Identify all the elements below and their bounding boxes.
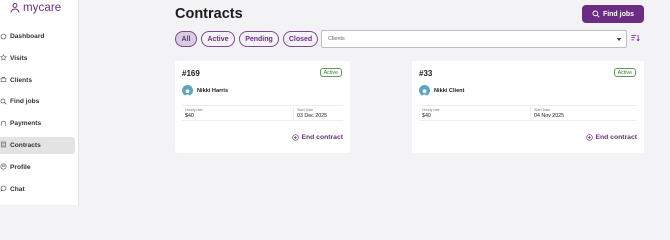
sidebar-item-find-jobs[interactable]: Find jobs bbox=[0, 93, 75, 110]
chevron-down-icon bbox=[616, 38, 622, 41]
visits-icon bbox=[0, 54, 8, 62]
client-name: Nikki Client bbox=[434, 88, 465, 94]
sidebar-item-label: Contracts bbox=[10, 141, 41, 149]
start-date-label: Start Date bbox=[534, 108, 551, 112]
sidebar-item-contracts[interactable]: Contracts bbox=[0, 136, 75, 154]
end-contract-label: End contract bbox=[301, 134, 343, 141]
tab-all[interactable]: All bbox=[175, 31, 197, 47]
contracts-icon bbox=[0, 141, 8, 149]
end-contract-button[interactable]: End contract bbox=[586, 134, 637, 141]
sort-icon[interactable] bbox=[631, 34, 640, 42]
sidebar-item-clients[interactable]: Clients bbox=[0, 72, 75, 89]
plus-circle-icon bbox=[292, 134, 300, 141]
chat-icon bbox=[0, 185, 8, 193]
sidebar-item-chat[interactable]: Chat bbox=[0, 181, 75, 198]
page-title: Contracts bbox=[175, 6, 243, 22]
contract-number: #33 bbox=[419, 69, 433, 78]
sidebar-item-dashboard[interactable]: Dashboard bbox=[0, 28, 75, 45]
status-badge: Active bbox=[613, 68, 636, 77]
divider bbox=[293, 107, 294, 121]
payments-icon bbox=[0, 120, 8, 128]
search-icon bbox=[0, 98, 8, 106]
sidebar: mycare Dashboard Visits Clients Find job… bbox=[0, 0, 79, 205]
dashboard-icon bbox=[0, 33, 8, 41]
search-icon bbox=[592, 10, 600, 18]
start-date-value: 03 Dec 2025 bbox=[297, 113, 328, 119]
hourly-rate-value: $40 bbox=[422, 113, 431, 119]
tab-pending[interactable]: Pending bbox=[239, 31, 279, 47]
sidebar-nav: Dashboard Visits Clients Find jobs Payme… bbox=[0, 28, 79, 202]
sidebar-item-label: Clients bbox=[10, 76, 32, 84]
end-contract-button[interactable]: End contract bbox=[292, 134, 343, 141]
contract-details: Hourly rate $40 Start Date 04 Nov 2025 bbox=[419, 105, 637, 121]
sidebar-item-label: Dashboard bbox=[10, 33, 45, 40]
contract-card[interactable]: #169 Active Nikki Harris Hourly rate $40… bbox=[175, 61, 350, 153]
plus-circle-icon bbox=[586, 134, 594, 141]
clients-select-placeholder: Clients bbox=[328, 36, 345, 42]
profile-icon bbox=[0, 163, 8, 171]
logo[interactable]: mycare bbox=[9, 2, 61, 14]
sidebar-item-label: Visits bbox=[10, 54, 28, 62]
hourly-rate-label: Hourly rate bbox=[185, 108, 203, 112]
end-contract-label: End contract bbox=[595, 134, 637, 141]
contract-number: #169 bbox=[182, 69, 200, 78]
divider bbox=[530, 107, 531, 121]
avatar bbox=[419, 85, 430, 96]
sidebar-item-label: Profile bbox=[10, 163, 31, 171]
client-name: Nikki Harris bbox=[197, 88, 229, 94]
sidebar-item-label: Chat bbox=[10, 185, 25, 193]
tab-closed[interactable]: Closed bbox=[283, 31, 318, 47]
sidebar-item-profile[interactable]: Profile bbox=[0, 159, 75, 176]
sidebar-item-label: Payments bbox=[10, 120, 42, 128]
status-badge: Active bbox=[319, 68, 342, 77]
hourly-rate-value: $40 bbox=[185, 113, 194, 119]
contract-details: Hourly rate $40 Start Date 03 Dec 2025 bbox=[182, 105, 343, 121]
sidebar-item-payments[interactable]: Payments bbox=[0, 115, 75, 132]
start-date-label: Start Date bbox=[297, 108, 314, 112]
avatar bbox=[182, 85, 193, 96]
mycare-logo-icon bbox=[10, 3, 20, 13]
clients-select[interactable]: Clients bbox=[321, 30, 627, 48]
contract-card[interactable]: #33 Active Nikki Client Hourly rate $40 … bbox=[412, 61, 644, 153]
start-date-value: 04 Nov 2025 bbox=[534, 113, 565, 119]
logo-text: mycare bbox=[23, 2, 62, 14]
status-filter-tabs: All Active Pending Closed bbox=[175, 31, 318, 47]
tab-active[interactable]: Active bbox=[201, 31, 235, 47]
sidebar-item-visits[interactable]: Visits bbox=[0, 50, 75, 67]
find-jobs-label: Find jobs bbox=[602, 10, 635, 18]
find-jobs-button[interactable]: Find jobs bbox=[582, 5, 644, 23]
hourly-rate-label: Hourly rate bbox=[422, 108, 440, 112]
clients-icon bbox=[0, 76, 8, 84]
sidebar-item-label: Find jobs bbox=[10, 98, 40, 106]
